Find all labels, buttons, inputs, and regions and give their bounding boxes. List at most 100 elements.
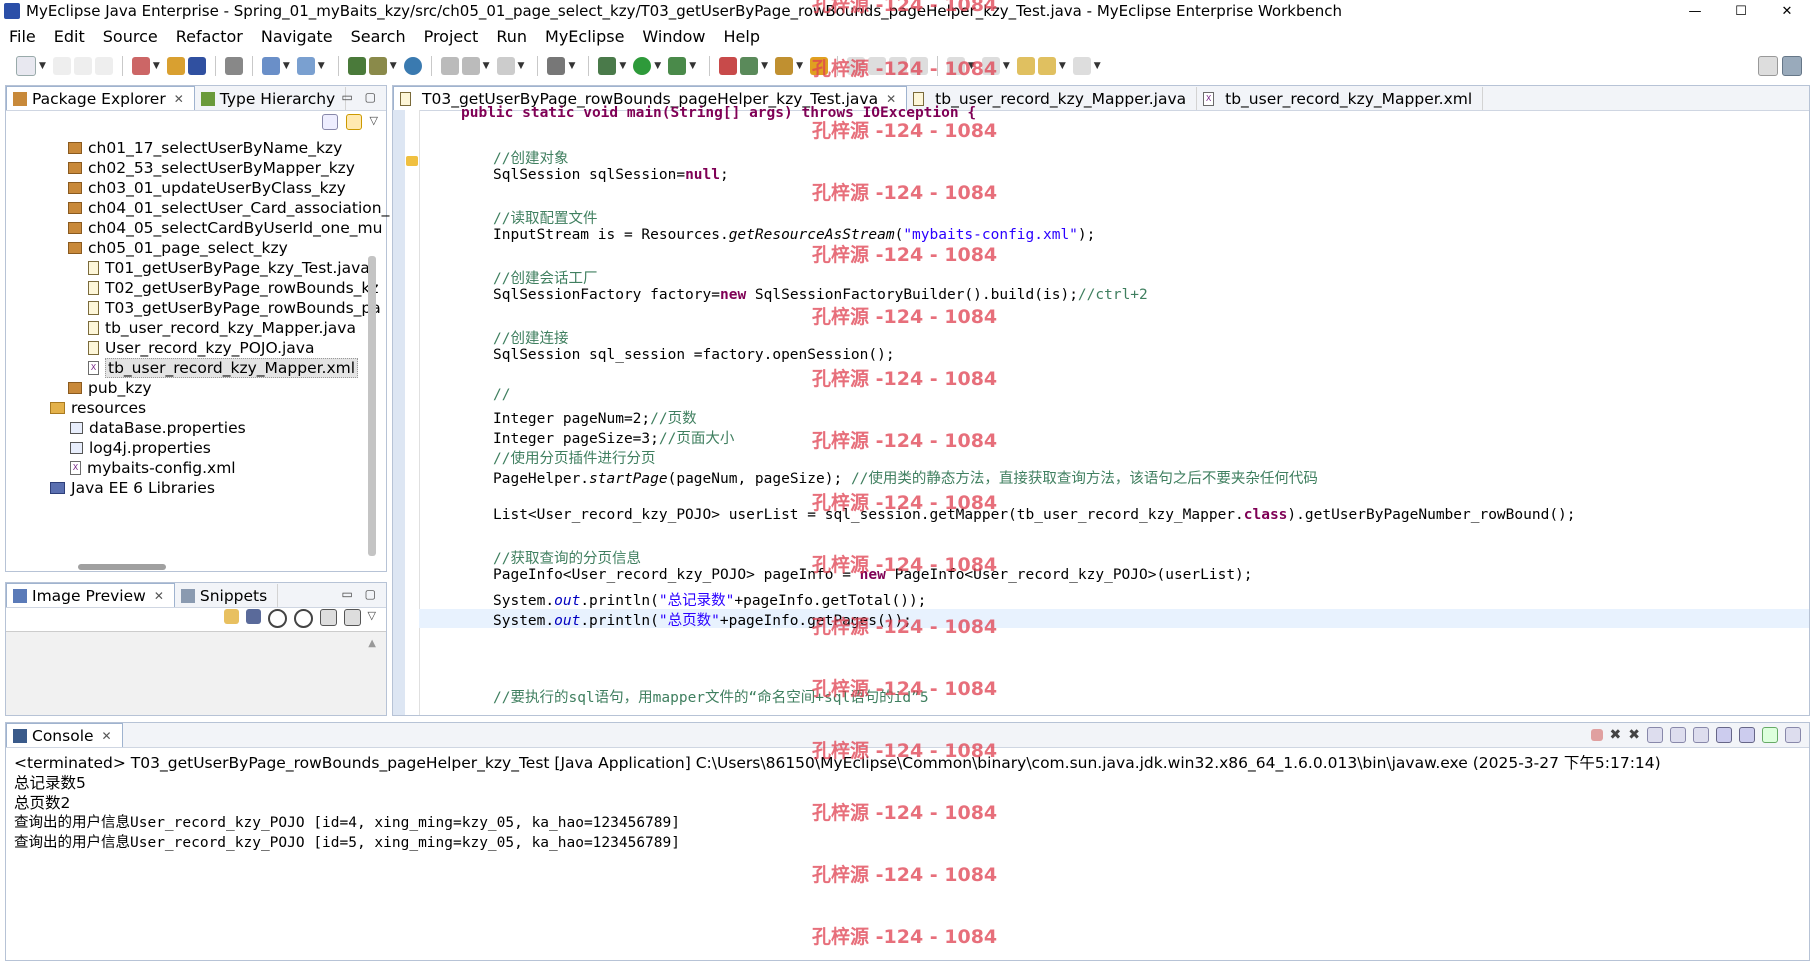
last-edit-location-icon[interactable]	[1016, 57, 1035, 75]
toggle-highlight-icon[interactable]	[867, 57, 886, 75]
horizontal-scrollbar[interactable]	[78, 564, 166, 570]
chevron-down-icon[interactable]: ▼	[283, 61, 290, 71]
external-tools-icon[interactable]	[547, 57, 566, 75]
menu-edit[interactable]: Edit	[45, 27, 94, 46]
close-window-button[interactable]: ✕	[1764, 0, 1810, 22]
actual-size-icon[interactable]	[319, 609, 337, 626]
close-icon[interactable]: ✕	[102, 729, 112, 743]
tab-editor-mapper-xml[interactable]: X tb_user_record_kzy_Mapper.xml	[1197, 87, 1484, 110]
chevron-down-icon[interactable]: ▼	[518, 61, 525, 71]
close-icon[interactable]: ✕	[174, 92, 184, 106]
tree-item[interactable]: resources	[50, 398, 146, 418]
sync-icon[interactable]	[461, 57, 480, 75]
menu-window[interactable]: Window	[633, 27, 714, 46]
tree-item[interactable]: ch04_01_selectUser_Card_association_	[68, 198, 389, 218]
tree-item[interactable]: dataBase.properties	[70, 418, 246, 438]
tree-item[interactable]: T03_getUserByPage_rowBounds_pa	[88, 298, 381, 318]
open-resource-icon[interactable]	[296, 57, 315, 75]
menu-source[interactable]: Source	[94, 27, 167, 46]
chevron-down-icon[interactable]: ▼	[153, 61, 160, 71]
tree-item[interactable]: ch04_05_selectCardByUserId_one_mu	[68, 218, 382, 238]
tree-item[interactable]: ch05_01_page_select_kzy	[68, 238, 288, 258]
word-wrap-icon[interactable]	[1693, 727, 1709, 743]
chevron-down-icon[interactable]: ▼	[39, 61, 46, 71]
open-folder-icon[interactable]	[775, 57, 794, 75]
myeclipse-perspective-icon[interactable]	[1782, 56, 1802, 76]
tree-item[interactable]: pub_kzy	[68, 378, 152, 398]
pin-console-icon[interactable]	[1762, 727, 1778, 743]
chevron-down-icon[interactable]: ▼	[619, 61, 626, 71]
tree-item-selected[interactable]: Xtb_user_record_kzy_Mapper.xml	[88, 358, 359, 378]
code-editor[interactable]: public static void main(String[] args) t…	[393, 105, 1809, 715]
terminate-icon[interactable]	[1590, 729, 1603, 741]
maximize-button[interactable]: ☐	[1718, 0, 1764, 22]
save-all-icon[interactable]	[73, 57, 92, 75]
minimize-maximize-icon[interactable]: ▭ ▢	[342, 587, 381, 601]
chevron-down-icon[interactable]: ▼	[568, 61, 575, 71]
show-whitespace-icon[interactable]	[909, 57, 928, 75]
chevron-down-icon[interactable]: ▼	[1003, 61, 1010, 71]
menu-run[interactable]: Run	[487, 27, 536, 46]
tree-item[interactable]: log4j.properties	[70, 438, 211, 458]
tab-console[interactable]: Console ✕	[6, 723, 123, 747]
menu-navigate[interactable]: Navigate	[252, 27, 342, 46]
profile-icon[interactable]	[740, 57, 759, 75]
previous-annotation-icon[interactable]	[981, 57, 1000, 75]
tree-item[interactable]: T01_getUserByPage_kzy_Test.java	[88, 258, 370, 278]
vertical-scrollbar[interactable]	[368, 256, 376, 556]
tree-item[interactable]: ch03_01_updateUserByClass_kzy	[68, 178, 346, 198]
back-arrow-icon[interactable]	[1037, 57, 1056, 75]
database-icon[interactable]	[187, 57, 206, 75]
chevron-down-icon[interactable]: ▼	[318, 61, 325, 71]
menu-myeclipse[interactable]: MyEclipse	[536, 27, 633, 46]
chevron-down-icon[interactable]: ▼	[689, 61, 696, 71]
tree-item[interactable]: tb_user_record_kzy_Mapper.java	[88, 318, 356, 338]
team-icon[interactable]	[440, 57, 459, 75]
fit-image-icon[interactable]	[245, 609, 261, 624]
display-selected-console-icon[interactable]	[1785, 727, 1801, 743]
tree-item[interactable]: T02_getUserByPage_rowBounds_kz	[88, 278, 379, 298]
menu-help[interactable]: Help	[715, 27, 769, 46]
sync-icon[interactable]	[223, 609, 239, 624]
clear-console-icon[interactable]	[1647, 727, 1663, 743]
print-icon[interactable]	[94, 57, 113, 75]
run-icon[interactable]	[633, 57, 652, 75]
task-icon[interactable]	[809, 57, 828, 75]
zoom-in-icon[interactable]	[293, 609, 313, 628]
chevron-down-icon[interactable]: ▼	[968, 61, 975, 71]
menu-file[interactable]: File	[0, 27, 45, 46]
show-on-output-icon[interactable]	[1716, 727, 1732, 743]
lightbulb-warning-icon[interactable]	[406, 156, 418, 166]
tab-type-hierarchy[interactable]: Type Hierarchy	[195, 87, 347, 110]
chevron-down-icon[interactable]: ▼	[761, 61, 768, 71]
menu-project[interactable]: Project	[415, 27, 488, 46]
close-icon[interactable]: ✕	[886, 92, 896, 106]
menu-refactor[interactable]: Refactor	[167, 27, 252, 46]
view-menu-icon[interactable]: ▽	[370, 114, 378, 130]
new-package-icon[interactable]	[368, 57, 387, 75]
server-icon[interactable]	[166, 57, 185, 75]
remove-launch-icon[interactable]: ✖	[1610, 727, 1622, 743]
chevron-down-icon[interactable]: ▼	[654, 61, 661, 71]
new-icon[interactable]	[16, 56, 36, 76]
chevron-down-icon[interactable]: ▼	[1059, 61, 1066, 71]
globe-icon[interactable]	[403, 57, 422, 75]
block-selection-icon[interactable]	[888, 57, 907, 75]
tree-item[interactable]: User_record_kzy_POJO.java	[88, 338, 314, 358]
tree-item[interactable]: ch01_17_selectUserByName_kzy	[68, 138, 342, 158]
zoom-out-icon[interactable]	[267, 609, 287, 628]
tree-item[interactable]: ch02_53_selectUserByMapper_kzy	[68, 158, 355, 178]
fit-window-icon[interactable]	[343, 609, 361, 626]
new-java-project-icon[interactable]	[347, 57, 366, 75]
scroll-lock-icon[interactable]	[1670, 727, 1686, 743]
open-type-icon[interactable]	[261, 57, 280, 75]
remove-all-launches-icon[interactable]: ✖	[1628, 727, 1640, 743]
open-perspective-icon[interactable]	[1758, 56, 1778, 76]
tree-item[interactable]: Java EE 6 Libraries	[50, 478, 215, 498]
chevron-down-icon[interactable]: ▼	[483, 61, 490, 71]
tab-image-preview[interactable]: Image Preview ✕	[6, 583, 175, 607]
history-icon[interactable]	[496, 57, 515, 75]
view-menu-icon[interactable]: ▽	[368, 609, 376, 628]
minimize-button[interactable]: —	[1672, 0, 1718, 22]
next-annotation-icon[interactable]	[946, 57, 965, 75]
